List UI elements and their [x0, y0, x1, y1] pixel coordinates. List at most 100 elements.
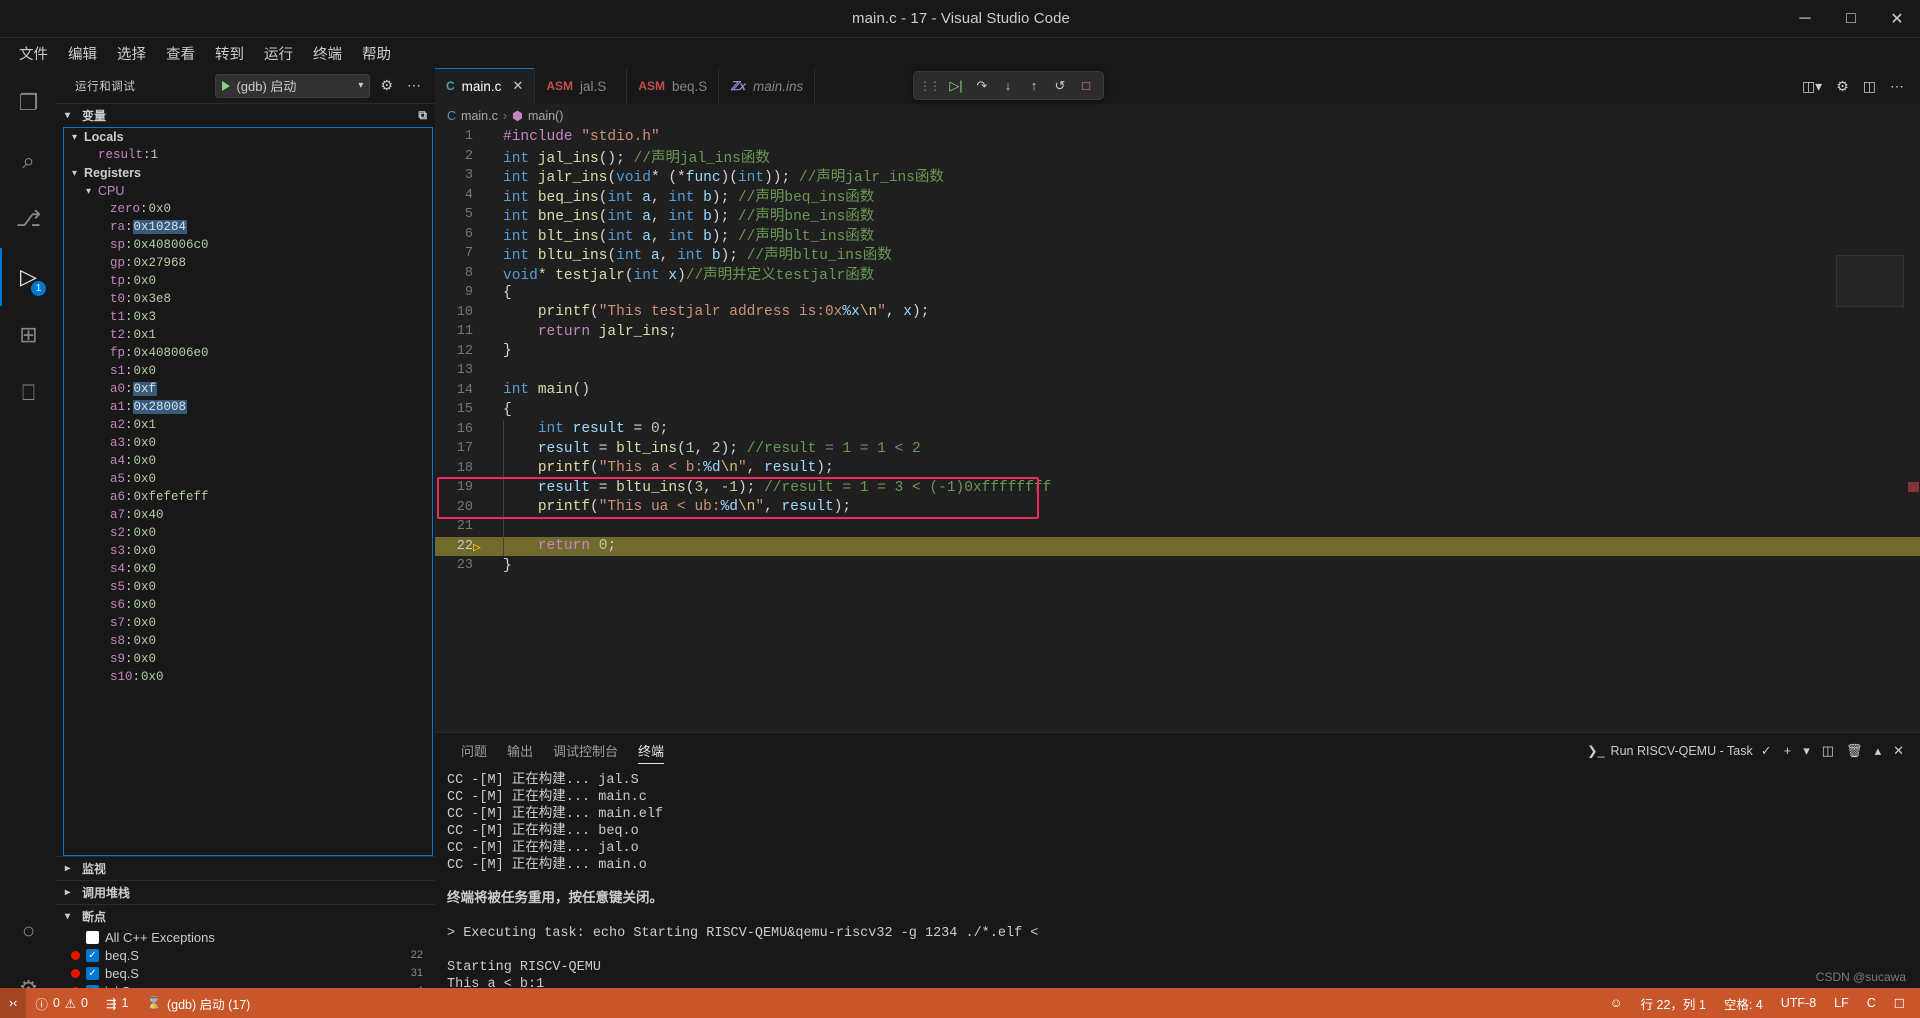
- code-line-5[interactable]: 5int bne_ins(int a, int b); //声明bne_ins函…: [435, 205, 1920, 225]
- language-mode[interactable]: C: [1858, 988, 1885, 1018]
- breakpoint-dot-icon[interactable]: [71, 969, 80, 978]
- register-tp[interactable]: tp: 0x0: [64, 272, 432, 290]
- editor-tab-jal.S[interactable]: ASMjal.S: [535, 68, 627, 104]
- debug-session-indicator[interactable]: ⌛ (gdb) 启动 (17): [137, 988, 259, 1018]
- scope-registers[interactable]: ▾Registers: [64, 164, 432, 182]
- register-a2[interactable]: a2: 0x1: [64, 416, 432, 434]
- menu-item-帮助[interactable]: 帮助: [353, 39, 400, 68]
- layout-icon[interactable]: ◫: [1857, 78, 1882, 95]
- close-icon[interactable]: ✕: [1889, 743, 1908, 759]
- editor-tab-main.c[interactable]: Cmain.c✕: [435, 68, 535, 104]
- check-icon[interactable]: ✓: [1757, 743, 1776, 759]
- register-s3[interactable]: s3: 0x0: [64, 542, 432, 560]
- add-icon[interactable]: +: [1780, 743, 1796, 758]
- variables-section-header[interactable]: ▾ 变量 ⧉: [57, 103, 435, 127]
- menu-item-终端[interactable]: 终端: [304, 39, 351, 68]
- step-out-button[interactable]: ↑: [1022, 74, 1046, 98]
- register-s1[interactable]: s1: 0x0: [64, 362, 432, 380]
- code-line-10[interactable]: 10 printf("This testjalr address is:0x%x…: [435, 303, 1920, 323]
- remote-explorer-icon[interactable]: ⎕: [0, 364, 57, 422]
- chevron-down-icon[interactable]: ▾: [358, 80, 363, 91]
- problems-indicator[interactable]: ⓘ 0 ⚠ 0: [26, 988, 97, 1018]
- breakpoint-checkbox[interactable]: ✓: [86, 967, 99, 980]
- source-control-icon[interactable]: ⎇: [0, 190, 57, 248]
- menu-item-转到[interactable]: 转到: [206, 39, 253, 68]
- maximize-button[interactable]: □: [1828, 0, 1874, 38]
- ports-indicator[interactable]: ⇶ 1: [97, 988, 137, 1018]
- register-t0[interactable]: t0: 0x3e8: [64, 290, 432, 308]
- breakpoint-item[interactable]: ✓beq.S22: [57, 946, 435, 964]
- section-header-调用堆栈[interactable]: ▸调用堆栈: [57, 880, 435, 904]
- variables-tree[interactable]: ▾Localsresult: 1▾Registers▾CPUzero: 0x0r…: [63, 127, 433, 856]
- editor-scrollbar[interactable]: [1906, 127, 1920, 732]
- code-line-4[interactable]: 4int beq_ins(int a, int b); //声明beq_ins函…: [435, 186, 1920, 206]
- register-t2[interactable]: t2: 0x1: [64, 326, 432, 344]
- more-icon[interactable]: ⋯: [403, 77, 425, 94]
- run-and-debug-icon[interactable]: ▷1: [0, 248, 57, 306]
- register-fp[interactable]: fp: 0x408006e0: [64, 344, 432, 362]
- code-editor[interactable]: 1#include "stdio.h"2int jal_ins(); //声明j…: [435, 127, 1920, 732]
- code-line-16[interactable]: 16 int result = 0;: [435, 420, 1920, 440]
- debug-toolbar[interactable]: ⋮⋮▷|↷↓↑↺□: [913, 71, 1104, 100]
- editor-tab-main.ins[interactable]: ℤxmain.ins: [719, 68, 815, 104]
- chevron-down-icon[interactable]: ▾: [1799, 743, 1814, 759]
- menu-item-选择[interactable]: 选择: [108, 39, 155, 68]
- chevron-up-icon[interactable]: ▴: [1871, 743, 1886, 759]
- breadcrumb[interactable]: C main.c › ⬢ main(): [435, 104, 1920, 127]
- scope-locals[interactable]: ▾Locals: [64, 128, 432, 146]
- restart-button[interactable]: ↺: [1048, 74, 1072, 98]
- register-ra[interactable]: ra: 0x10284: [64, 218, 432, 236]
- stop-button[interactable]: □: [1074, 74, 1098, 98]
- panel-tab-调试控制台[interactable]: 调试控制台: [543, 733, 628, 768]
- more-icon[interactable]: ⋯: [1884, 78, 1910, 95]
- minimize-button[interactable]: ─: [1782, 0, 1828, 38]
- continue-button[interactable]: ▷|: [944, 74, 968, 98]
- register-a4[interactable]: a4: 0x0: [64, 452, 432, 470]
- gear-icon[interactable]: ⚙: [376, 77, 397, 94]
- breakpoint-item[interactable]: ✓beq.S31: [57, 964, 435, 982]
- breakpoint-checkbox[interactable]: [86, 931, 99, 944]
- remote-indicator[interactable]: ›‹: [0, 988, 26, 1018]
- menu-item-编辑[interactable]: 编辑: [59, 39, 106, 68]
- search-icon[interactable]: ⌕: [0, 132, 57, 190]
- menu-item-查看[interactable]: 查看: [157, 39, 204, 68]
- terminal-task-chip[interactable]: ❯_ Run RISCV-QEMU - Task: [1587, 743, 1753, 758]
- code-line-1[interactable]: 1#include "stdio.h": [435, 127, 1920, 147]
- panel-tab-输出[interactable]: 输出: [497, 733, 543, 768]
- register-s9[interactable]: s9: 0x0: [64, 650, 432, 668]
- tab-close-icon[interactable]: ✕: [512, 78, 523, 94]
- register-a1[interactable]: a1: 0x28008: [64, 398, 432, 416]
- register-s6[interactable]: s6: 0x0: [64, 596, 432, 614]
- terminal-output[interactable]: CC -[M] 正在构建... jal.SCC -[M] 正在构建... mai…: [435, 768, 1920, 1018]
- breakpoint-dot-icon[interactable]: [71, 951, 80, 960]
- scrollbar-thumb[interactable]: [1908, 482, 1919, 492]
- code-line-19[interactable]: 19 result = bltu_ins(3, -1); //result = …: [435, 478, 1920, 498]
- breakpoints-section-header[interactable]: ▾ 断点: [57, 904, 435, 928]
- breadcrumb-symbol[interactable]: main(): [528, 109, 563, 123]
- code-line-13[interactable]: 13: [435, 361, 1920, 381]
- code-line-22[interactable]: 22 return 0;▷: [435, 537, 1920, 557]
- register-sp[interactable]: sp: 0x408006c0: [64, 236, 432, 254]
- eol-sequence[interactable]: LF: [1825, 988, 1858, 1018]
- settings-icon[interactable]: ⚙: [1830, 78, 1855, 95]
- split-editor-icon[interactable]: ◫▾: [1796, 78, 1828, 95]
- breakpoint-checkbox[interactable]: ✓: [86, 949, 99, 962]
- close-button[interactable]: ✕: [1874, 0, 1920, 38]
- indentation[interactable]: 空格: 4: [1715, 988, 1772, 1018]
- register-a7[interactable]: a7: 0x40: [64, 506, 432, 524]
- step-into-button[interactable]: ↓: [996, 74, 1020, 98]
- menu-item-运行[interactable]: 运行: [255, 39, 302, 68]
- register-s7[interactable]: s7: 0x0: [64, 614, 432, 632]
- register-a0[interactable]: a0: 0xf: [64, 380, 432, 398]
- code-line-15[interactable]: 15{: [435, 400, 1920, 420]
- collapse-all-icon[interactable]: ⧉: [418, 108, 427, 123]
- register-s2[interactable]: s2: 0x0: [64, 524, 432, 542]
- register-zero[interactable]: zero: 0x0: [64, 200, 432, 218]
- step-over-button[interactable]: ↷: [970, 74, 994, 98]
- code-line-17[interactable]: 17 result = blt_ins(1, 2); //result = 1 …: [435, 439, 1920, 459]
- code-line-12[interactable]: 12}: [435, 342, 1920, 362]
- breakpoint-item[interactable]: All C++ Exceptions: [57, 928, 435, 946]
- register-s8[interactable]: s8: 0x0: [64, 632, 432, 650]
- register-s5[interactable]: s5: 0x0: [64, 578, 432, 596]
- code-line-8[interactable]: 8void* testjalr(int x)//声明并定义testjalr函数: [435, 264, 1920, 284]
